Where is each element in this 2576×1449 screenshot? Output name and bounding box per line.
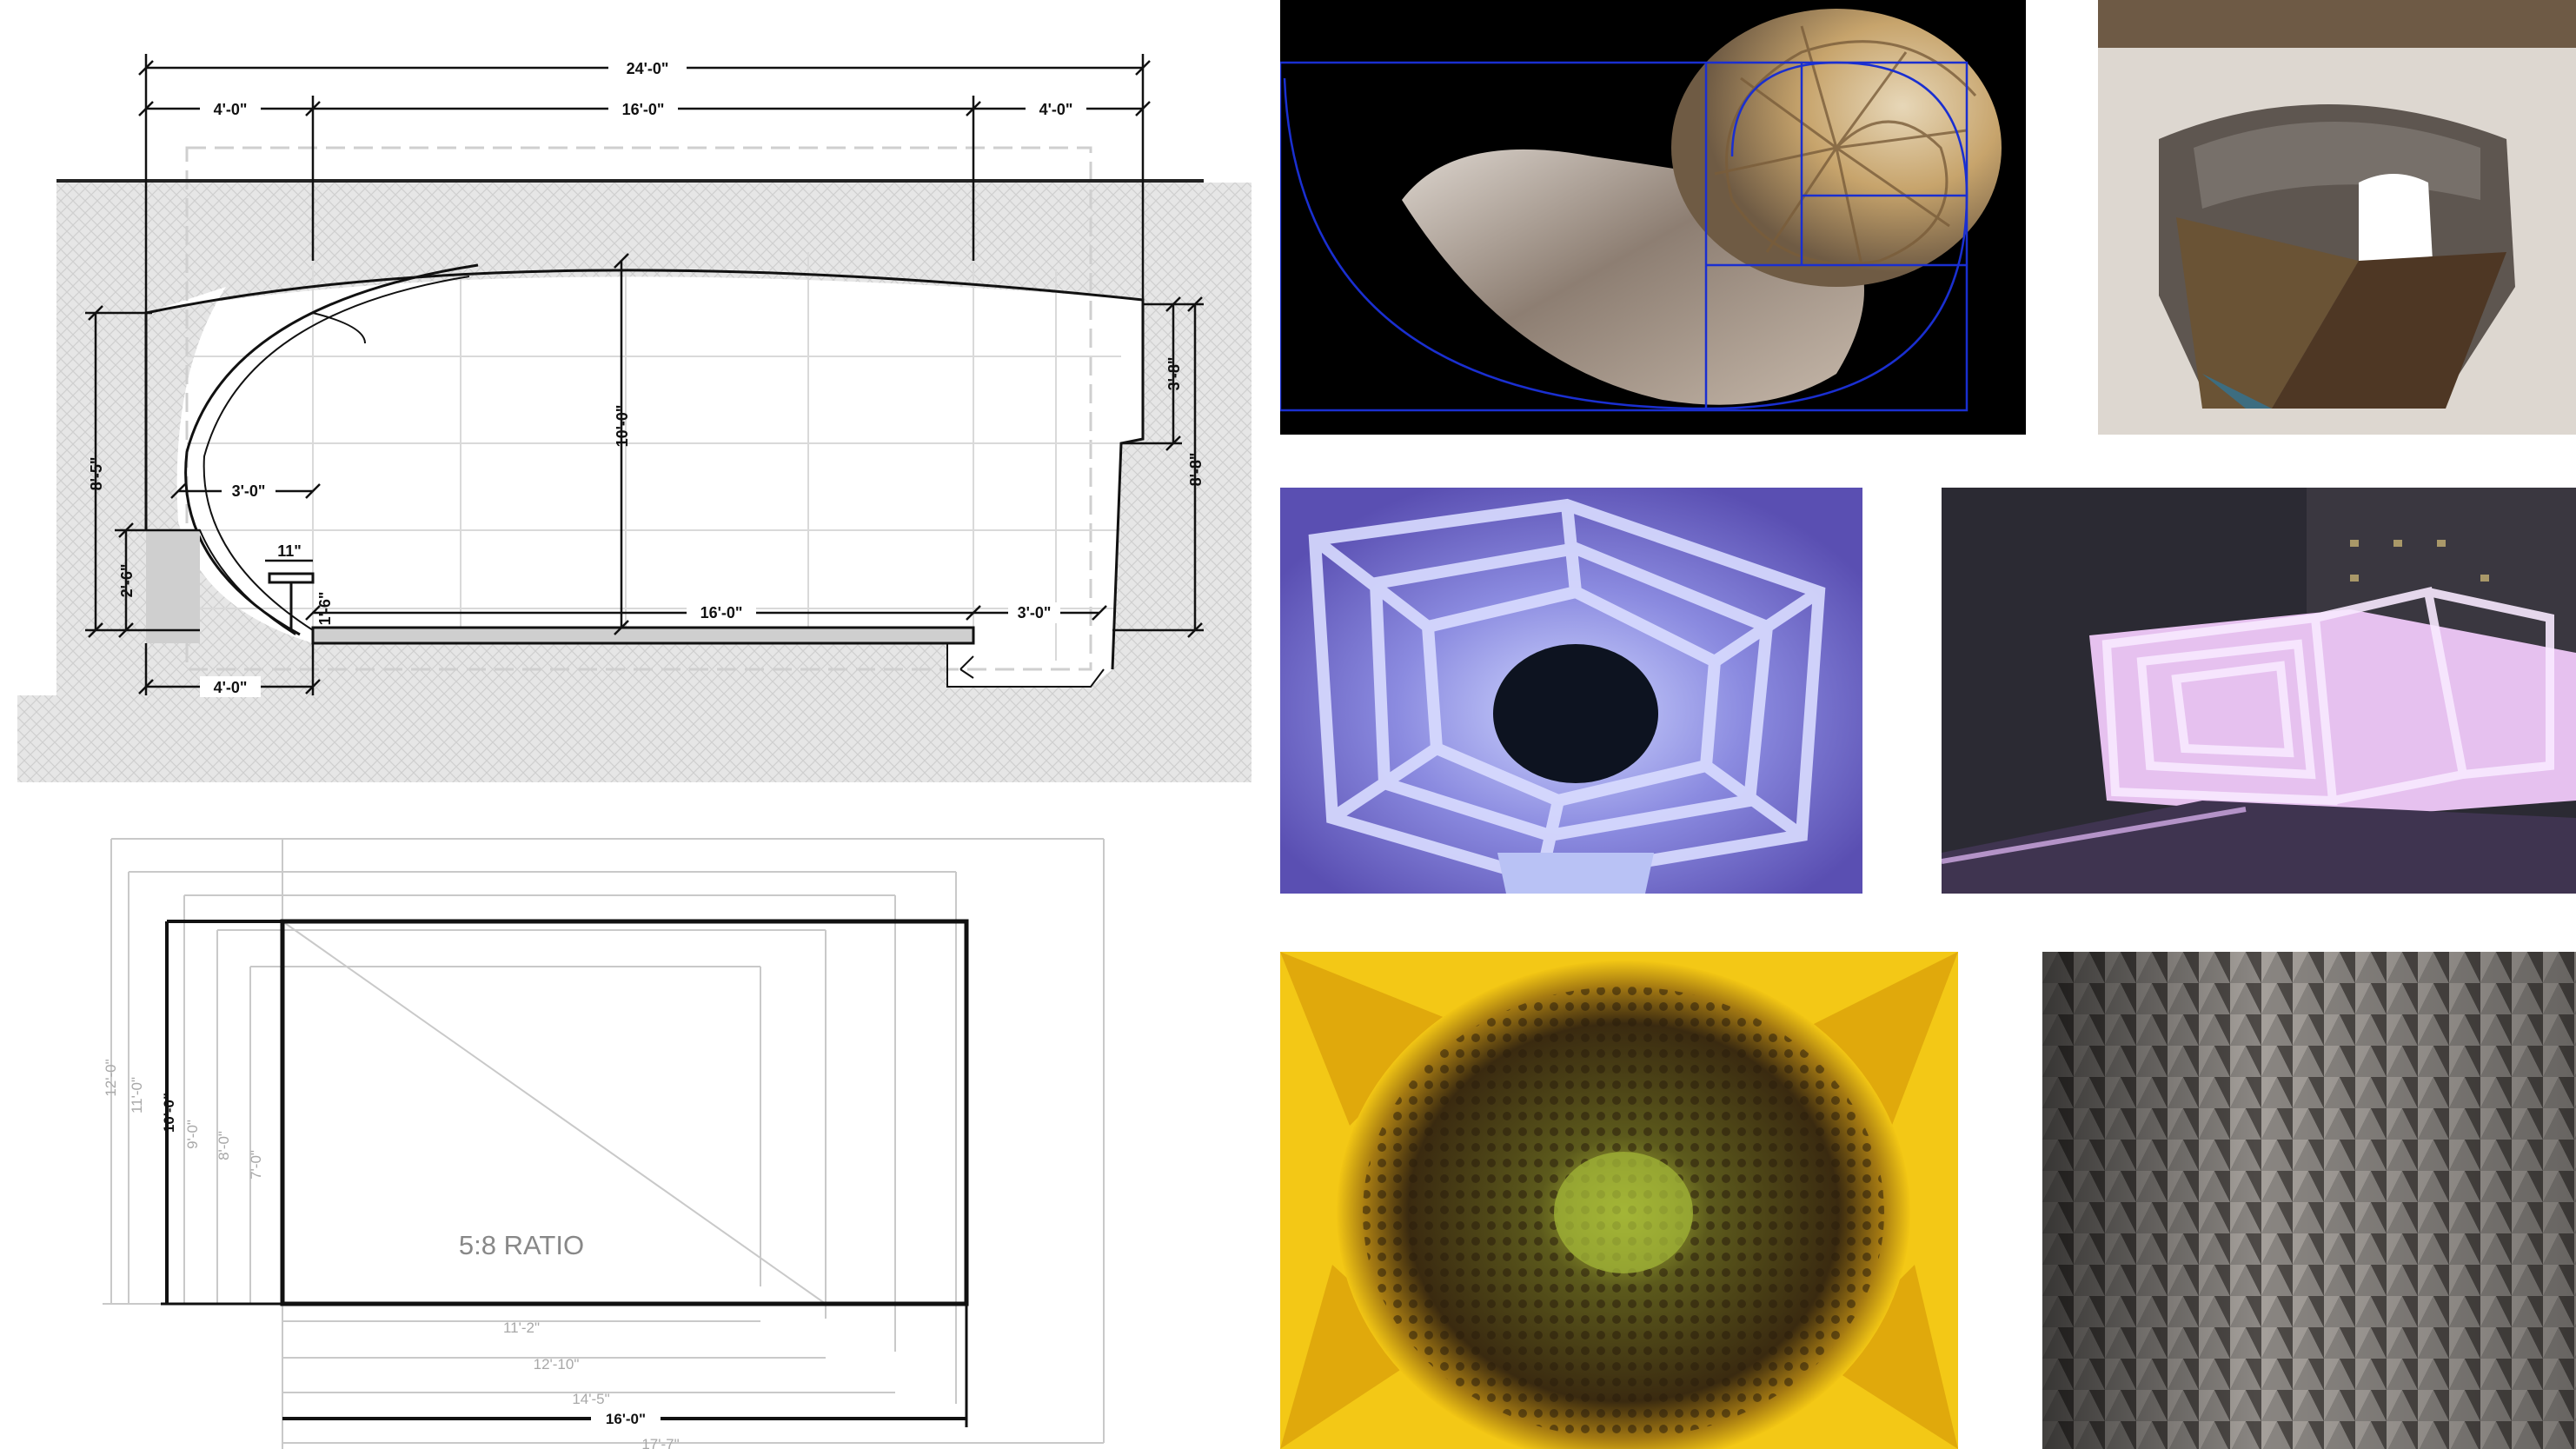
- height-label-10ft: 10'-0": [161, 1093, 177, 1133]
- section-drawing: 24'-0" 4'-0" 16'-0" 4'-0" 10'-0" 8'-5" 2…: [0, 0, 1286, 808]
- bench: [268, 572, 315, 584]
- dim-right-upper-height: 3'-8": [1165, 357, 1183, 391]
- height-label-7ft: 7'-0": [248, 1150, 264, 1180]
- floor-slab: [311, 626, 975, 645]
- width-label-17ft7in: 17'-7": [641, 1436, 679, 1449]
- dim-bench-height: 1'-6": [316, 592, 334, 626]
- dim-left-offset: 4'-0": [214, 101, 248, 118]
- golden-rectangle: [280, 919, 969, 1306]
- dim-base-left: 4'-0": [214, 679, 248, 696]
- width-label-14ft5in: 14'-5": [572, 1391, 609, 1407]
- section-profile: [145, 269, 1145, 670]
- ratio-drawing: 5:8 RATIO 12'-0" 11'-0" 10'-0" 9'-0" 8'-…: [0, 808, 1286, 1449]
- width-label-11ft2in: 11'-2": [503, 1319, 540, 1336]
- width-dimension-lines: [282, 1320, 1104, 1444]
- height-label-9ft: 9'-0": [184, 1120, 201, 1149]
- purple-spiral-interior-photo: [1280, 488, 1862, 894]
- dim-center-span: 16'-0": [622, 101, 665, 118]
- dim-left-total-height: 8'-5": [88, 457, 105, 491]
- ratio-label: 5:8 RATIO: [459, 1230, 584, 1260]
- height-label-8ft: 8'-0": [216, 1131, 232, 1160]
- dim-floor-right: 3'-0": [1018, 604, 1052, 621]
- pink-pavilion-night-photo: [1942, 488, 2576, 894]
- ratio-drawing-svg: 5:8 RATIO 12'-0" 11'-0" 10'-0" 9'-0" 8'-…: [103, 838, 1105, 1449]
- dim-left-base-height: 2'-6": [118, 564, 136, 598]
- width-label-16ft: 16'-0": [606, 1411, 646, 1427]
- dim-bench-width: 3'-0": [232, 482, 266, 500]
- width-label-12ft10in: 12'-10": [534, 1356, 580, 1373]
- section-drawing-svg: 24'-0" 4'-0" 16'-0" 4'-0" 10'-0" 8'-5" 2…: [17, 54, 1251, 782]
- curved-shell-inner: [202, 276, 470, 631]
- dim-bench-depth: 11": [277, 542, 302, 560]
- tunnel-model-render: [2098, 0, 2576, 435]
- dimension-lines: [85, 54, 1204, 695]
- dim-overall-width: 24'-0": [627, 60, 669, 77]
- height-label-12ft: 12'-0": [103, 1059, 119, 1096]
- metal-lattice-facade-photo: [2042, 952, 2576, 1449]
- dim-floor-span: 16'-0": [700, 604, 743, 621]
- height-label-11ft: 11'-0": [129, 1077, 145, 1113]
- sunflower-closeup-photo: [1280, 952, 1958, 1449]
- dim-right-total-height: 8'-8": [1187, 453, 1205, 487]
- left-base-block: [146, 530, 200, 643]
- dim-interior-height: 10'-0": [614, 405, 631, 448]
- height-dimension-lines: [103, 839, 295, 1305]
- dim-right-offset: 4'-0": [1039, 101, 1073, 118]
- nautilus-shell-photo: [1280, 0, 2026, 435]
